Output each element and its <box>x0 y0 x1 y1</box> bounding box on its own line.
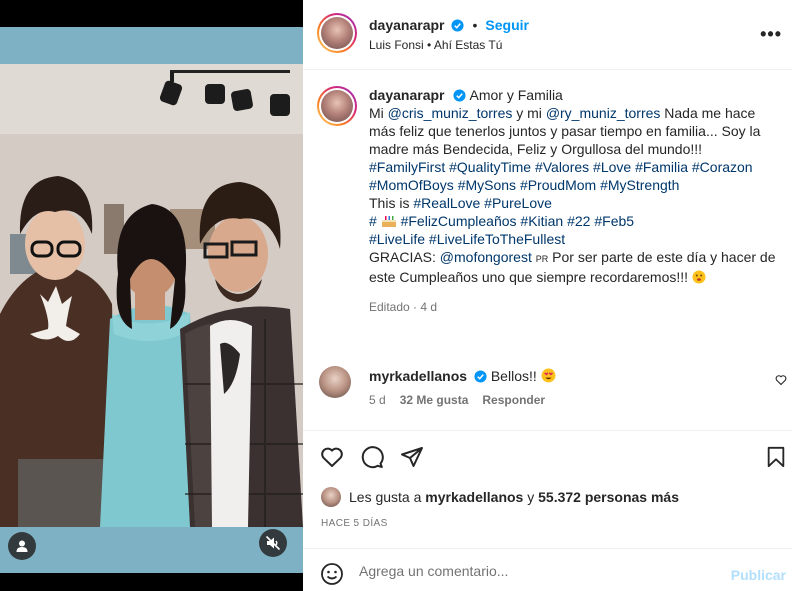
tagged-users-button[interactable] <box>8 532 36 560</box>
birthday-cake-icon <box>381 216 396 227</box>
photo-border-top <box>0 27 303 64</box>
family-photo-illustration <box>0 64 303 527</box>
hashtags-line[interactable]: #FamilyFirst #QualityTime #Valores #Love… <box>369 158 779 176</box>
caption-text: dayanarapr Amor y Familia Mi @cris_muniz… <box>369 86 779 316</box>
comment-bubble-icon[interactable] <box>359 445 385 469</box>
comment-input[interactable] <box>359 560 719 582</box>
post-header: dayanarapr • Seguir Luis Fonsi • Ahí Est… <box>303 0 792 70</box>
post-date: HACE 5 DÍAS <box>321 518 388 529</box>
like-heart-icon[interactable] <box>319 445 345 469</box>
share-paper-plane-icon[interactable] <box>399 445 425 469</box>
comment-likes-link[interactable]: 32 Me gusta <box>400 393 469 407</box>
comment-age: 5 d <box>369 393 386 407</box>
commenter-username[interactable]: myrkadellanos <box>369 368 467 384</box>
publish-comment-button[interactable]: Publicar <box>731 567 786 583</box>
commenter-avatar[interactable] <box>319 366 351 398</box>
photo-border-bottom <box>0 527 303 573</box>
author-avatar[interactable] <box>317 13 357 53</box>
follow-button[interactable]: Seguir <box>485 17 529 33</box>
mention-link[interactable]: @cris_muniz_torres <box>388 105 513 121</box>
comment-reply-button[interactable]: Responder <box>482 393 545 407</box>
more-options-icon[interactable]: ••• <box>760 24 782 45</box>
verified-badge-icon <box>474 370 487 383</box>
post-details-panel: dayanarapr • Seguir Luis Fonsi • Ahí Est… <box>303 0 792 591</box>
hashtags-line[interactable]: #MomOfBoys #MySons #ProudMom #MyStrength <box>369 176 779 194</box>
hashtags-line[interactable]: #RealLove #PureLove <box>413 195 552 211</box>
heart-eyes-emoji-icon <box>541 368 556 383</box>
likes-count-link[interactable]: 55.372 personas más <box>538 489 679 505</box>
hashtags-line[interactable]: #LiveLife #LiveLifeToTheFullest <box>369 230 779 248</box>
liker-avatar[interactable] <box>321 487 341 507</box>
comment-meta: 5 d 32 Me gusta Responder <box>369 393 545 407</box>
country-flag-pr: PR <box>535 254 549 264</box>
caption-username[interactable]: dayanarapr <box>369 87 444 103</box>
caption-this-is: This is <box>369 195 410 211</box>
thanks-label: GRACIAS: <box>369 249 436 265</box>
audio-track-link[interactable]: Luis Fonsi • Ahí Estas Tú <box>369 38 502 52</box>
verified-badge-icon <box>451 18 465 32</box>
liker-username[interactable]: myrkadellanos <box>425 489 523 505</box>
caption-title: Amor y Familia <box>469 87 563 103</box>
post-actions-bar <box>303 430 792 475</box>
post-modal: dayanarapr • Seguir Luis Fonsi • Ahí Est… <box>0 0 792 591</box>
comment-like-heart-icon[interactable] <box>775 374 787 386</box>
comment-body: Bellos!! <box>490 368 537 384</box>
comment-composer: Publicar <box>303 548 792 591</box>
hashtag-prefix[interactable]: # <box>369 213 377 229</box>
kiss-emoji-icon <box>692 270 706 284</box>
mention-link[interactable]: @mofongorest <box>440 249 532 265</box>
mention-link[interactable]: @ry_muniz_torres <box>546 105 661 121</box>
likes-prefix: Les gusta a <box>349 489 422 505</box>
author-username[interactable]: dayanarapr <box>369 17 444 33</box>
comment-text: myrkadellanos Bellos!! <box>369 368 556 384</box>
caption-connector: y mi <box>516 105 542 121</box>
hashtags-line[interactable]: #FelizCumpleaños #Kitian #22 #Feb5 <box>401 213 634 229</box>
likes-summary: Les gusta a myrkadellanos y 55.372 perso… <box>321 487 679 507</box>
header-separator: • <box>472 17 478 33</box>
post-media[interactable] <box>0 0 303 591</box>
caption-meta: Editado · 4 d <box>369 300 438 314</box>
user-icon <box>16 540 28 552</box>
speaker-muted-icon <box>265 535 281 551</box>
author-info: dayanarapr • Seguir <box>369 17 529 33</box>
mute-audio-button[interactable] <box>259 529 287 557</box>
save-bookmark-icon[interactable] <box>765 445 787 469</box>
verified-badge-icon <box>453 89 466 102</box>
post-photo[interactable] <box>0 64 303 527</box>
caption-author-avatar[interactable] <box>317 86 357 126</box>
emoji-picker-icon[interactable] <box>320 562 344 586</box>
likes-and: y <box>527 489 535 505</box>
